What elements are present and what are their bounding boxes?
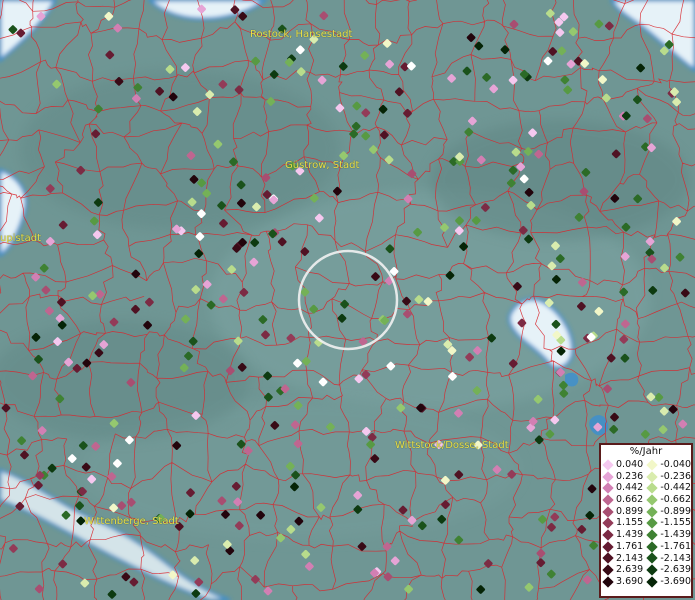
legend-value: 1.761 bbox=[616, 540, 644, 552]
legend-value: -0.662 bbox=[660, 494, 691, 506]
legend-value: 0.040 bbox=[616, 459, 644, 470]
legend-entry-positive: 1.439 bbox=[601, 529, 645, 541]
legend-value: -2.639 bbox=[660, 564, 691, 576]
legend-entry-positive: 0.662 bbox=[601, 494, 645, 506]
legend-entry-negative: -0.040 bbox=[645, 459, 691, 471]
legend-value: -2.143 bbox=[660, 552, 691, 564]
legend-value: -1.439 bbox=[660, 529, 691, 541]
legend-swatch bbox=[602, 552, 614, 565]
legend-swatch bbox=[602, 459, 614, 471]
legend-entry-positive: 0.236 bbox=[601, 471, 645, 483]
legend-entry-positive: 0.442 bbox=[601, 482, 645, 494]
legend-entry-negative: -2.143 bbox=[645, 553, 691, 565]
legend-swatch bbox=[646, 552, 659, 565]
legend-swatch bbox=[602, 482, 614, 494]
city-label-guestrow: Güstrow, Stadt bbox=[285, 160, 360, 171]
legend-value: 2.143 bbox=[616, 552, 644, 564]
legend-value: 2.639 bbox=[616, 564, 644, 576]
legend-value: 0.236 bbox=[616, 470, 644, 482]
legend-swatch bbox=[602, 576, 614, 588]
legend-row: 0.899 -0.899 bbox=[601, 506, 691, 518]
legend-value: -0.899 bbox=[660, 505, 691, 517]
legend-swatch bbox=[646, 470, 659, 483]
legend-row: 2.143 -2.143 bbox=[601, 553, 691, 565]
city-label-rostock: Rostock, Hansestadt bbox=[250, 29, 353, 40]
legend-value: 1.155 bbox=[616, 517, 644, 529]
legend-value: -3.690 bbox=[660, 575, 691, 587]
legend-entry-positive: 0.899 bbox=[601, 506, 645, 518]
legend-value: -1.155 bbox=[660, 517, 691, 529]
legend-row: 3.690 -3.690 bbox=[601, 576, 691, 588]
legend-value: 0.442 bbox=[616, 482, 644, 494]
legend-swatch bbox=[646, 517, 659, 529]
legend-swatch bbox=[602, 540, 614, 553]
legend-row: 0.442 -0.442 bbox=[601, 482, 691, 494]
legend-entry-negative: -3.690 bbox=[645, 576, 691, 588]
legend-entry-negative: -1.439 bbox=[645, 529, 691, 541]
legend-swatch bbox=[646, 564, 659, 576]
legend-entry-negative: -1.761 bbox=[645, 541, 691, 553]
legend-entry-positive: 3.690 bbox=[601, 576, 645, 588]
city-label-wittenberge: Wittenberge, Stadt bbox=[84, 516, 179, 527]
legend-value: -1.761 bbox=[660, 540, 691, 552]
legend-entry-negative: -2.639 bbox=[645, 564, 691, 576]
terrain-shading bbox=[0, 0, 695, 600]
legend-value: -0.040 bbox=[660, 459, 691, 470]
legend-swatch bbox=[646, 482, 659, 494]
legend-swatch bbox=[602, 505, 614, 518]
legend-entry-positive: 0.040 bbox=[601, 459, 645, 471]
legend-value: 1.439 bbox=[616, 529, 644, 541]
legend-swatch bbox=[602, 517, 614, 529]
map-legend: %/Jahr 0.040 -0.040 0.236 -0.236 0.442 -0.442… bbox=[599, 443, 693, 598]
legend-rows: 0.040 -0.040 0.236 -0.236 0.442 -0.442 0.662 -0… bbox=[601, 459, 691, 588]
legend-entry-negative: -0.236 bbox=[645, 471, 691, 483]
legend-swatch bbox=[602, 470, 614, 483]
legend-swatch bbox=[602, 494, 614, 506]
city-label-wittstock: Wittstock/Dosse, Stadt bbox=[395, 440, 509, 451]
legend-entry-positive: 1.761 bbox=[601, 541, 645, 553]
legend-row: 0.662 -0.662 bbox=[601, 494, 691, 506]
legend-entry-positive: 1.155 bbox=[601, 517, 645, 529]
legend-entry-negative: -0.662 bbox=[645, 494, 691, 506]
legend-entry-positive: 2.639 bbox=[601, 564, 645, 576]
legend-swatch bbox=[646, 505, 659, 518]
legend-swatch bbox=[646, 529, 659, 541]
legend-entry-negative: -1.155 bbox=[645, 517, 691, 529]
legend-title: %/Jahr bbox=[629, 446, 663, 457]
legend-value: -0.236 bbox=[660, 470, 691, 482]
legend-value: 3.690 bbox=[616, 575, 644, 587]
legend-entry-negative: -0.442 bbox=[645, 482, 691, 494]
legend-row: 1.155 -1.155 bbox=[601, 517, 691, 529]
legend-swatch bbox=[646, 540, 659, 553]
legend-swatch bbox=[646, 459, 659, 471]
legend-swatch bbox=[646, 576, 659, 588]
legend-swatch bbox=[602, 564, 614, 576]
legend-entry-positive: 2.143 bbox=[601, 553, 645, 565]
map-view[interactable]: Rostock, Hansestadt Güstrow, Stadt Witts… bbox=[0, 0, 695, 600]
legend-entry-negative: -0.899 bbox=[645, 506, 691, 518]
legend-row: 0.236 -0.236 bbox=[601, 471, 691, 483]
legend-value: 0.662 bbox=[616, 494, 644, 506]
city-label-upistadt: upistadt bbox=[0, 233, 41, 244]
map-canvas[interactable] bbox=[0, 0, 695, 600]
legend-row: 1.439 -1.439 bbox=[601, 529, 691, 541]
legend-swatch bbox=[646, 494, 659, 506]
legend-row: 2.639 -2.639 bbox=[601, 564, 691, 576]
legend-row: 0.040 -0.040 bbox=[601, 459, 691, 471]
legend-swatch bbox=[602, 529, 614, 541]
legend-row: 1.761 -1.761 bbox=[601, 541, 691, 553]
legend-value: -0.442 bbox=[660, 482, 691, 494]
legend-value: 0.899 bbox=[616, 505, 644, 517]
